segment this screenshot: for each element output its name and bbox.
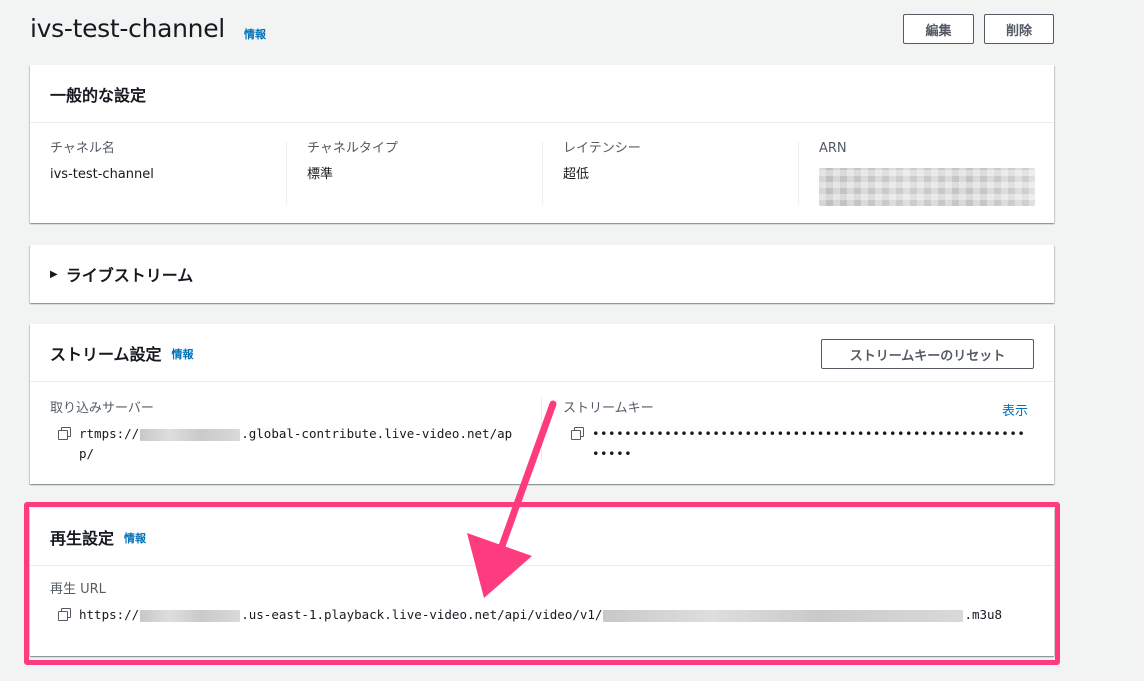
redacted-segment — [603, 609, 964, 622]
ingest-server-value: rtmps://.global-contribute.live-video.ne… — [79, 426, 513, 461]
playback-url-label: 再生 URL — [50, 582, 106, 597]
copy-icon[interactable] — [570, 426, 586, 442]
playback-url-value: https://.us-east-1.playback.live-video.n… — [79, 607, 1003, 622]
ingest-server-field: 取り込みサーバー rtmps://.global-contribute.live… — [50, 400, 520, 464]
playback-settings-title: 再生設定 — [50, 528, 115, 548]
arn-label: ARN — [819, 141, 847, 156]
general-settings-title: 一般的な設定 — [50, 85, 147, 105]
playback-settings-info-link[interactable]: 情報 — [124, 530, 146, 546]
copy-icon[interactable] — [57, 426, 73, 442]
stream-settings-header: ストリーム設定 情報 ストリームキーのリセット — [30, 324, 1054, 382]
divider — [541, 398, 542, 460]
general-settings-fields: チャネル名 ivs-test-channel チャネルタイプ 標準 レイテンシー… — [30, 124, 1054, 222]
delete-button[interactable]: 削除 — [984, 14, 1054, 44]
edit-button[interactable]: 編集 — [903, 14, 974, 44]
channel-type-value: 標準 — [307, 167, 334, 182]
latency-field: レイテンシー 超低 — [563, 140, 793, 204]
general-settings-panel: 一般的な設定 チャネル名 ivs-test-channel チャネルタイプ 標準… — [30, 65, 1054, 223]
stream-key-label: ストリームキー — [563, 401, 654, 416]
divider — [286, 142, 287, 204]
caret-right-icon: ▶ — [50, 268, 58, 280]
arn-value-redacted — [819, 168, 1035, 206]
general-settings-header: 一般的な設定 — [30, 65, 1054, 123]
redacted-segment — [140, 609, 241, 622]
channel-type-field: チャネルタイプ 標準 — [307, 140, 537, 204]
stream-key-field: ストリームキー ••••••••••••••••••••••••••••••••… — [563, 400, 1033, 464]
ingest-server-label: 取り込みサーバー — [50, 401, 154, 416]
show-stream-key-link[interactable]: 表示 — [1002, 400, 1028, 419]
copy-icon[interactable] — [57, 607, 73, 623]
live-stream-title: ライブストリーム — [65, 266, 194, 285]
stream-settings-panel: ストリーム設定 情報 ストリームキーのリセット 取り込みサーバー rtmps:/… — [30, 324, 1054, 484]
latency-label: レイテンシー — [563, 141, 641, 156]
title-info-link[interactable]: 情報 — [244, 26, 266, 42]
redacted-segment — [140, 428, 241, 441]
playback-url-field: 再生 URL https://.us-east-1.playback.live-… — [50, 581, 1035, 625]
live-stream-toggle[interactable]: ▶ ライブストリーム — [30, 245, 1054, 303]
latency-value: 超低 — [563, 167, 590, 182]
divider — [542, 142, 543, 204]
live-stream-panel: ▶ ライブストリーム — [30, 245, 1054, 303]
page-header: ivs-test-channel 情報 編集 削除 — [30, 12, 1054, 46]
divider — [798, 142, 799, 204]
channel-name-value: ivs-test-channel — [50, 167, 154, 182]
channel-name-field: チャネル名 ivs-test-channel — [50, 140, 280, 204]
stream-settings-title: ストリーム設定 — [50, 344, 162, 364]
playback-settings-header: 再生設定 情報 — [30, 508, 1054, 566]
playback-settings-panel: 再生設定 情報 再生 URL https://.us-east-1.playba… — [30, 508, 1054, 656]
channel-name-label: チャネル名 — [50, 141, 115, 156]
stream-key-masked-value: ••••••••••••••••••••••••••••••••••••••••… — [592, 426, 1026, 461]
arn-field: ARN — [819, 140, 1039, 206]
stream-settings-info-link[interactable]: 情報 — [172, 346, 194, 362]
channel-type-label: チャネルタイプ — [307, 141, 398, 156]
reset-stream-key-button[interactable]: ストリームキーのリセット — [821, 339, 1034, 369]
page-title: ivs-test-channel — [30, 14, 225, 43]
